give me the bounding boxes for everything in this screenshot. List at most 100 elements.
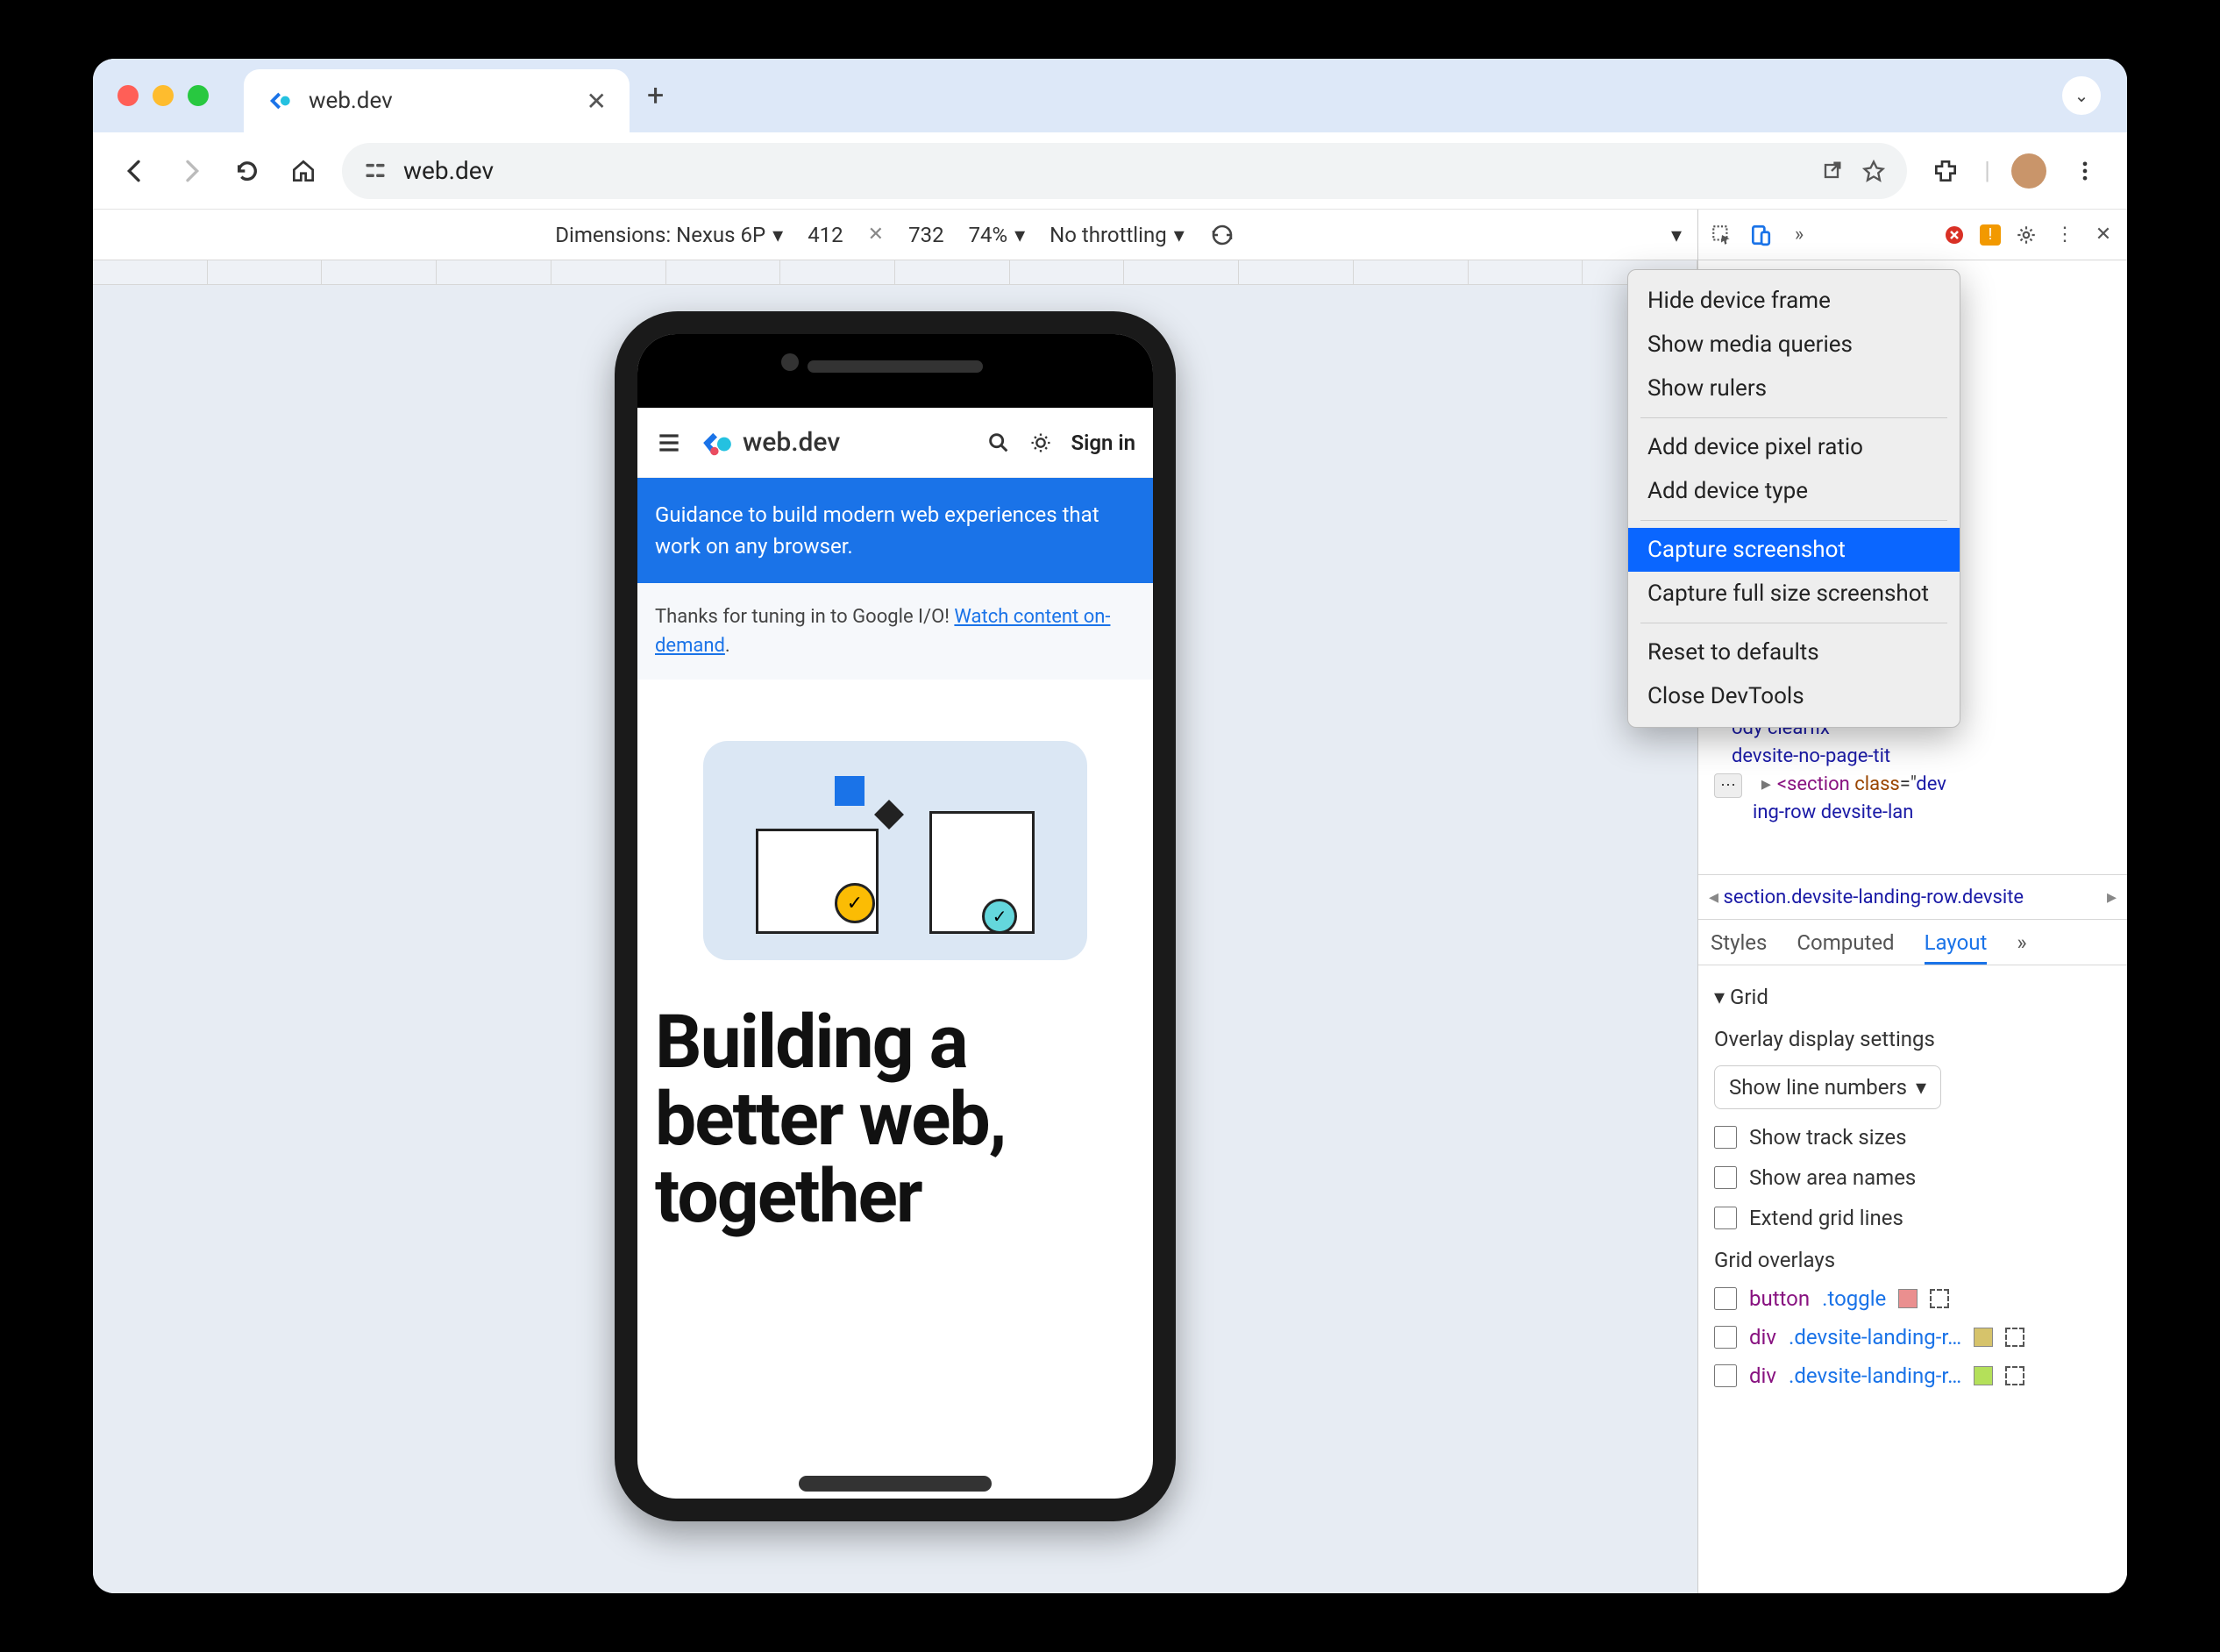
menu-item[interactable]: Show media queries [1628, 323, 1960, 367]
grid-overlay-item[interactable]: button.toggle [1714, 1286, 2111, 1311]
devtools-toolbar: » ! ⋮ ✕ [1698, 210, 2127, 260]
tabs-overflow-button[interactable]: ⌄ [2062, 76, 2101, 115]
device-toolbar: Dimensions: Nexus 6P▾ 412 ✕ 732 74%▾ No … [93, 210, 1697, 260]
device-toggle-icon[interactable] [1747, 222, 1774, 248]
element-breadcrumb[interactable]: ◂ section.devsite-landing-row.devsite ▸ [1698, 874, 2127, 920]
tab-styles[interactable]: Styles [1711, 930, 1767, 955]
overlay-element: div [1749, 1325, 1776, 1349]
bookmark-icon[interactable] [1861, 159, 1886, 183]
new-tab-button[interactable]: + [647, 78, 664, 113]
device-more-icon[interactable]: ▾ [1671, 223, 1682, 247]
site-notice: Thanks for tuning in to Google I/O! Watc… [637, 583, 1153, 680]
devtools-overflow-icon[interactable]: » [1786, 222, 1812, 248]
overlay-checkbox[interactable] [1714, 1364, 1737, 1387]
home-button[interactable] [286, 153, 321, 189]
breadcrumb-element: section [1724, 887, 1787, 908]
toolbar-divider: | [1984, 156, 1990, 185]
checkbox-input[interactable] [1714, 1207, 1737, 1229]
extensions-icon[interactable] [1928, 153, 1963, 189]
layout-checkbox[interactable]: Extend grid lines [1714, 1206, 2111, 1230]
overlay-swatch[interactable] [1974, 1328, 1993, 1347]
rotate-icon[interactable] [1209, 222, 1235, 248]
browser-tab[interactable]: web.dev ✕ [244, 69, 630, 132]
layout-checkbox[interactable]: Show track sizes [1714, 1125, 2111, 1150]
device-width[interactable]: 412 [808, 223, 843, 247]
checkbox-input[interactable] [1714, 1126, 1737, 1149]
hero-illustration: ✓✓ [703, 741, 1087, 960]
inspect-element-icon[interactable] [1709, 222, 1735, 248]
warning-badge[interactable]: ! [1980, 224, 2001, 246]
notice-prefix: Thanks for tuning in to Google I/O! [655, 606, 954, 628]
devtools-menu-icon[interactable]: ⋮ [2052, 222, 2078, 248]
device-label: Dimensions: Nexus 6P [555, 223, 765, 247]
titlebar: web.dev ✕ + ⌄ [93, 59, 2127, 132]
overlay-checkbox[interactable] [1714, 1287, 1737, 1310]
notice-suffix: . [725, 635, 730, 657]
checkbox-input[interactable] [1714, 1166, 1737, 1189]
overlay-highlight-icon[interactable] [2005, 1328, 2024, 1347]
grid-label: Grid [1730, 985, 1768, 1009]
overlay-element: button [1749, 1286, 1810, 1311]
phone-speaker [808, 360, 983, 373]
site-settings-icon[interactable] [363, 159, 388, 183]
layout-checkbox[interactable]: Show area names [1714, 1165, 2111, 1190]
overlay-checkbox[interactable] [1714, 1326, 1737, 1349]
overlay-highlight-icon[interactable] [2005, 1366, 2024, 1385]
site-brand[interactable]: web.dev [701, 426, 969, 459]
forward-button[interactable] [174, 153, 209, 189]
overlay-element: div [1749, 1364, 1776, 1388]
menu-item[interactable]: Show rulers [1628, 367, 1960, 410]
overlay-class: .devsite-landing-r… [1789, 1325, 1961, 1349]
close-window-button[interactable] [117, 85, 139, 106]
grid-overlays-header: Grid overlays [1714, 1248, 2111, 1272]
menu-item[interactable]: Capture full size screenshot [1628, 572, 1960, 616]
theme-toggle-icon[interactable] [1028, 431, 1053, 455]
dimension-separator: ✕ [868, 224, 884, 246]
throttling-value: No throttling [1050, 223, 1167, 247]
tab-layout[interactable]: Layout [1925, 930, 1988, 965]
layout-panel: ▾Grid Overlay display settings Show line… [1698, 965, 2127, 1593]
menu-item[interactable]: Add device pixel ratio [1628, 425, 1960, 469]
device-select[interactable]: Dimensions: Nexus 6P▾ [555, 223, 783, 247]
browser-toolbar: web.dev | [93, 132, 2127, 210]
overlay-highlight-icon[interactable] [1930, 1289, 1949, 1308]
reload-button[interactable] [230, 153, 265, 189]
error-badge[interactable] [1941, 222, 1967, 248]
hamburger-icon[interactable] [655, 429, 683, 457]
minimize-window-button[interactable] [153, 85, 174, 106]
browser-window: web.dev ✕ + ⌄ web.dev | Dimensions: Nexu… [93, 59, 2127, 1593]
tab-computed[interactable]: Computed [1797, 930, 1894, 955]
site-header: web.dev Sign in [637, 408, 1153, 478]
overlay-swatch[interactable] [1898, 1289, 1918, 1308]
menu-item[interactable]: Capture screenshot [1628, 528, 1960, 572]
menu-item[interactable]: Add device type [1628, 469, 1960, 513]
grid-overlay-item[interactable]: div.devsite-landing-r… [1714, 1364, 2111, 1388]
close-tab-icon[interactable]: ✕ [587, 87, 607, 116]
tabs-overflow-icon[interactable]: » [2017, 930, 2026, 955]
throttling-select[interactable]: No throttling▾ [1050, 223, 1185, 247]
browser-menu-icon[interactable] [2067, 153, 2103, 189]
overlay-swatch[interactable] [1974, 1366, 1993, 1385]
signin-link[interactable]: Sign in [1071, 431, 1135, 455]
checkbox-label: Show area names [1749, 1165, 1916, 1190]
profile-avatar[interactable] [2011, 153, 2046, 189]
menu-item[interactable]: Hide device frame [1628, 279, 1960, 323]
menu-item[interactable]: Close DevTools [1628, 674, 1960, 718]
grid-section-toggle[interactable]: ▾Grid [1714, 985, 2111, 1009]
address-bar[interactable]: web.dev [342, 143, 1907, 199]
line-numbers-label: Show line numbers [1729, 1075, 1907, 1100]
zoom-select[interactable]: 74%▾ [969, 223, 1026, 247]
devtools-close-icon[interactable]: ✕ [2090, 222, 2117, 248]
back-button[interactable] [117, 153, 153, 189]
hero-title: Building a better web, together [655, 1004, 1135, 1236]
open-external-icon[interactable] [1819, 159, 1844, 183]
line-numbers-select[interactable]: Show line numbers▾ [1714, 1065, 1941, 1109]
device-height[interactable]: 732 [908, 223, 943, 247]
search-icon[interactable] [986, 431, 1011, 455]
site-hero: ✓✓ Building a better web, together [637, 680, 1153, 1499]
menu-item[interactable]: Reset to defaults [1628, 630, 1960, 674]
grid-overlay-item[interactable]: div .devsite-landing-r… [1714, 1325, 2111, 1349]
maximize-window-button[interactable] [188, 85, 209, 106]
settings-icon[interactable] [2013, 222, 2039, 248]
tab-favicon [267, 87, 295, 115]
